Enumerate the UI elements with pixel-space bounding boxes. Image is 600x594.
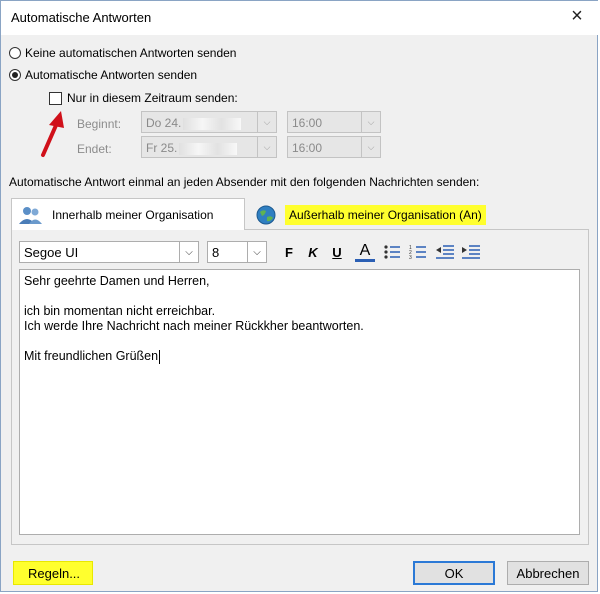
increase-indent-icon[interactable]: [461, 244, 481, 260]
radio-button-icon[interactable]: [9, 47, 21, 59]
end-date-value: Fr 25.: [146, 141, 178, 155]
people-icon: [19, 206, 42, 224]
start-label: Beginnt:: [77, 117, 122, 131]
italic-button[interactable]: K: [303, 243, 323, 261]
instruction-text: Automatische Antwort einmal an jeden Abs…: [9, 175, 480, 189]
radio-no-auto-reply[interactable]: Keine automatischen Antworten senden: [9, 46, 236, 60]
font-color-button[interactable]: A: [355, 242, 375, 262]
radio-button-selected-icon[interactable]: [9, 69, 21, 81]
message-line: [24, 334, 575, 349]
message-textarea[interactable]: Sehr geehrte Damen und Herren, ich bin m…: [19, 269, 580, 535]
radio-label-no-auto-reply: Keine automatischen Antworten senden: [25, 46, 237, 60]
font-size-value: 8: [212, 245, 220, 260]
font-family-value: Segoe UI: [24, 245, 79, 260]
bullet-list-icon[interactable]: [383, 244, 401, 260]
redacted-block: [179, 142, 238, 155]
rules-button[interactable]: Regeln...: [13, 561, 93, 585]
svg-text:3: 3: [409, 255, 412, 260]
chevron-down-icon[interactable]: ⌵: [361, 137, 380, 157]
ok-button[interactable]: OK: [413, 561, 495, 585]
start-date-value: Do 24.: [146, 116, 182, 130]
message-line: Ich werde Ihre Nachricht nach meiner Rüc…: [24, 319, 364, 333]
end-label: Endet:: [77, 142, 112, 156]
end-time-value: 16:00: [292, 141, 323, 155]
end-time-combo[interactable]: 16:00 ⌵: [287, 136, 381, 158]
message-line: ich bin momentan nicht erreichbar.: [24, 304, 216, 318]
tab-outside-organization[interactable]: Außerhalb meiner Organisation (An): [247, 200, 505, 230]
message-line: [24, 289, 575, 304]
underline-button[interactable]: U: [327, 243, 347, 261]
tab-inside-organization[interactable]: Innerhalb meiner Organisation: [11, 198, 245, 230]
start-time-combo[interactable]: 16:00 ⌵: [287, 111, 381, 133]
message-line: Sehr geehrte Damen und Herren,: [24, 274, 210, 288]
time-range-checkbox-row[interactable]: Nur in diesem Zeitraum senden:: [49, 91, 238, 105]
time-range-checkbox[interactable]: [49, 91, 62, 105]
title-bar: Automatische Antworten ×: [1, 1, 599, 35]
radio-send-auto-reply[interactable]: Automatische Antworten senden: [9, 68, 197, 82]
end-date-combo[interactable]: Fr 25. ⌵: [141, 136, 277, 158]
red-arrow-icon: [41, 111, 64, 157]
auto-reply-dialog: Automatische Antworten × Keine automatis…: [0, 0, 599, 592]
bold-button[interactable]: F: [279, 243, 299, 261]
cancel-button[interactable]: Abbrechen: [507, 561, 589, 585]
window-title: Automatische Antworten: [11, 10, 152, 25]
chevron-down-icon[interactable]: ⌵: [257, 112, 276, 132]
redacted-block: [183, 117, 242, 130]
time-range-label: Nur in diesem Zeitraum senden:: [67, 91, 238, 105]
close-icon[interactable]: ×: [567, 6, 587, 26]
radio-label-send-auto-reply: Automatische Antworten senden: [25, 68, 198, 82]
numbered-list-icon[interactable]: 1 2 3: [409, 244, 427, 260]
globe-icon: [256, 205, 276, 225]
font-family-select[interactable]: Segoe UI ⌵: [19, 241, 199, 263]
chevron-down-icon[interactable]: ⌵: [257, 137, 276, 157]
decrease-indent-icon[interactable]: [435, 244, 455, 260]
chevron-down-icon[interactable]: ⌵: [361, 112, 380, 132]
chevron-down-icon[interactable]: ⌵: [179, 242, 198, 262]
message-line: Mit freundlichen Grüßen: [24, 349, 159, 363]
start-date-combo[interactable]: Do 24. ⌵: [141, 111, 277, 133]
tab-inside-label: Innerhalb meiner Organisation: [52, 207, 214, 222]
chevron-down-icon[interactable]: ⌵: [247, 242, 266, 262]
tab-outside-label: Außerhalb meiner Organisation (An): [285, 205, 486, 225]
text-cursor: [159, 349, 161, 364]
start-time-value: 16:00: [292, 116, 323, 130]
font-size-select[interactable]: 8 ⌵: [207, 241, 267, 263]
